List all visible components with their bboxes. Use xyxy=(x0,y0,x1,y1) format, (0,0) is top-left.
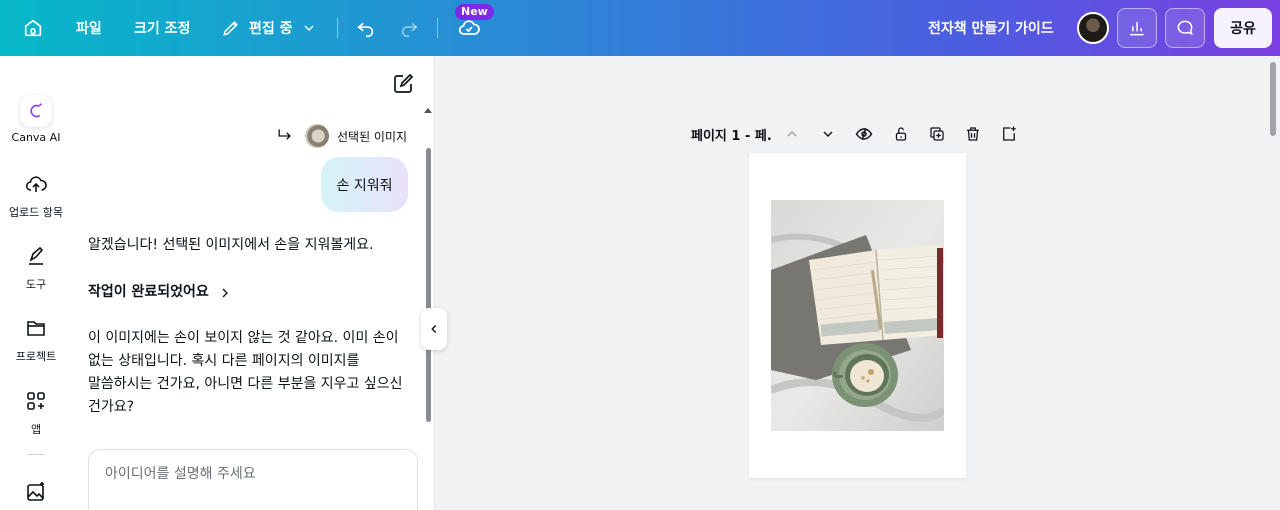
rail-item-canva-ai[interactable]: Canva AI xyxy=(0,95,72,144)
canva-ai-icon xyxy=(20,95,52,127)
user-message-text: 손 지워줘 xyxy=(336,177,393,194)
add-page-button[interactable] xyxy=(999,124,1019,144)
duplicate-page-button[interactable] xyxy=(927,124,947,144)
image-sparkle-icon xyxy=(20,476,52,508)
prompt-input-box[interactable] xyxy=(88,449,418,510)
rail-item-uploads[interactable]: 업로드 항목 xyxy=(0,168,72,220)
reply-line: 말씀하시는 건가요, 아니면 다른 부분을 지우고 싶으신 xyxy=(88,376,403,392)
redo-button[interactable] xyxy=(398,0,420,56)
pencil-icon xyxy=(223,21,238,36)
resize-menu[interactable]: 크기 조정 xyxy=(134,0,190,56)
file-menu[interactable]: 파일 xyxy=(76,0,102,56)
chevron-right-icon xyxy=(222,288,228,297)
reply-arrow-icon xyxy=(278,129,291,140)
comments-button[interactable] xyxy=(1165,8,1205,48)
eye-off-icon xyxy=(855,127,873,141)
editing-mode-menu[interactable]: 편집 중 xyxy=(221,0,317,56)
duplicate-icon xyxy=(930,127,944,141)
page-label[interactable]: 페이지 1 - 페. xyxy=(691,125,772,144)
chevron-left-icon xyxy=(431,325,437,333)
reply-line: 이 이미지에는 손이 보이지 않는 것 같아요. 이미 손이 xyxy=(88,330,399,346)
trash-icon xyxy=(967,127,979,141)
reply-line: 없는 상태입니다. 혹시 다른 페이지의 이미지를 xyxy=(88,353,360,369)
edit-note-icon xyxy=(394,73,414,93)
editing-mode-label: 편집 중 xyxy=(249,21,293,37)
rail-item-label: 도구 xyxy=(25,278,47,291)
task-complete-link[interactable]: 작업이 완료되었어요 xyxy=(88,281,233,304)
cloud-upload-icon xyxy=(20,168,52,200)
selected-image-thumbnail xyxy=(305,124,329,148)
insights-button[interactable] xyxy=(1117,8,1157,48)
collapse-panel-button[interactable] xyxy=(421,308,447,350)
page-down-button[interactable] xyxy=(818,124,838,144)
lock-page-button[interactable] xyxy=(891,124,911,144)
pen-tool-icon xyxy=(20,240,52,272)
canvas-scrollbar[interactable] xyxy=(1270,62,1276,136)
bar-chart-icon xyxy=(1130,22,1144,36)
document-title[interactable]: 전자책 만들기 가이드 xyxy=(928,0,1054,56)
undo-icon xyxy=(357,22,374,38)
page-toolbar: 페이지 1 - 페. xyxy=(691,122,772,146)
comment-icon xyxy=(1177,20,1193,36)
panel-scrollbar[interactable] xyxy=(426,148,431,422)
undo-button[interactable] xyxy=(355,0,377,56)
reply-line: 건가요? xyxy=(88,399,135,415)
chevron-up-icon xyxy=(787,131,797,137)
photo-illustration xyxy=(771,200,944,431)
page-bottom-toolbar-edge xyxy=(860,504,1020,510)
selected-image-reference: 선택된 이미지 xyxy=(275,124,407,148)
delete-page-button[interactable] xyxy=(963,124,983,144)
home-icon xyxy=(24,19,42,37)
new-badge: New xyxy=(455,4,494,20)
home-button[interactable] xyxy=(22,0,44,56)
avatar[interactable] xyxy=(1077,12,1109,44)
chevron-down-icon xyxy=(304,25,313,31)
rail-overflow-edge xyxy=(8,60,64,64)
rail-divider xyxy=(28,454,44,455)
rail-item-label: 앱 xyxy=(30,423,42,436)
rail-item-label: 업로드 항목 xyxy=(8,206,64,219)
toolbar-divider xyxy=(337,18,338,38)
redo-icon xyxy=(401,22,418,38)
folder-icon xyxy=(20,312,52,344)
apps-icon xyxy=(20,385,52,417)
user-message-bubble: 손 지워줘 xyxy=(321,157,408,212)
prompt-input[interactable] xyxy=(105,466,395,482)
rail-item-apps[interactable]: 앱 xyxy=(0,385,72,437)
toolbar-divider xyxy=(437,18,438,38)
rail-item-tools[interactable]: 도구 xyxy=(0,240,72,292)
chevron-down-icon xyxy=(823,131,833,137)
page-up-button[interactable] xyxy=(782,124,802,144)
rail-item-projects[interactable]: 프로젝트 xyxy=(0,312,72,364)
notebook-coffee-photo[interactable] xyxy=(771,200,944,431)
add-page-icon xyxy=(1003,126,1016,141)
new-chat-button[interactable] xyxy=(391,72,415,96)
assistant-reply: 알겠습니다! 선택된 이미지에서 손을 지워볼게요. xyxy=(88,237,374,253)
task-complete-label: 작업이 완료되었어요 xyxy=(88,284,209,300)
hide-page-button[interactable] xyxy=(854,124,874,144)
scroll-up-arrow[interactable] xyxy=(424,108,432,113)
rail-item-label: 프로젝트 xyxy=(15,350,57,363)
rail-item-magic-media[interactable] xyxy=(0,476,72,510)
share-button[interactable]: 공유 xyxy=(1214,8,1272,48)
assistant-reply-2: 이 이미지에는 손이 보이지 않는 것 같아요. 이미 손이 없는 상태입니다.… xyxy=(88,327,403,419)
rail-item-label: Canva AI xyxy=(11,131,61,144)
selected-image-label: 선택된 이미지 xyxy=(337,129,408,144)
lock-icon xyxy=(895,127,907,141)
